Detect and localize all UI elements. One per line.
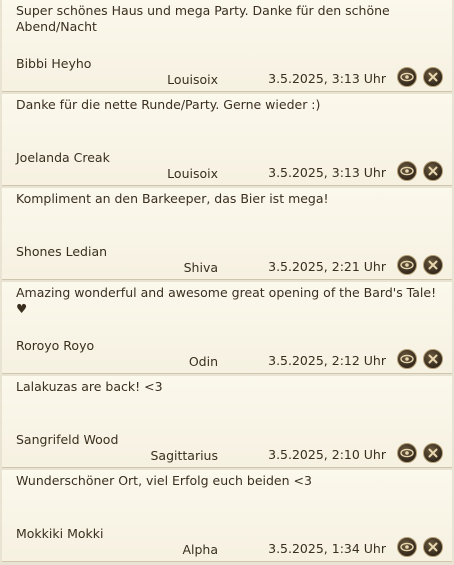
eye-icon [400,542,414,552]
delete-button[interactable] [423,255,443,275]
entry-datetime: 3.5.2025, 2:12 Uhr [268,353,386,368]
entry-datetime: 3.5.2025, 1:34 Uhr [268,541,386,556]
view-button[interactable] [397,349,417,369]
view-button[interactable] [397,443,417,463]
delete-button[interactable] [423,67,443,87]
entry-author: Sangrifeld Wood [16,432,119,447]
entry-message: Danke für die nette Runde/Party. Gerne w… [16,97,321,112]
entry-author: Shones Ledian [16,244,108,259]
entry-author: Mokkiki Mokki [16,526,104,541]
entry-message: Wunderschöner Ort, viel Erfolg euch beid… [16,473,312,488]
eye-icon [400,72,414,82]
list-item: Lalakuzas are back! <3 Sangrifeld Wood S… [2,376,452,468]
entry-world: Alpha [182,542,218,557]
list-item: Wunderschöner Ort, viel Erfolg euch beid… [2,470,452,562]
list-item: Amazing wonderful and awesome great open… [2,282,452,374]
view-button[interactable] [397,255,417,275]
view-button[interactable] [397,537,417,557]
entry-message: Lalakuzas are back! <3 [16,379,163,394]
entry-world: Odin [188,354,218,369]
close-icon [428,72,438,82]
entry-message: Amazing wonderful and awesome great open… [16,285,437,316]
entry-message: Kompliment an den Barkeeper, das Bier is… [16,191,329,206]
close-icon [428,542,438,552]
list-item: Super schönes Haus und mega Party. Danke… [2,0,452,92]
delete-button[interactable] [423,349,443,369]
delete-button[interactable] [423,537,443,557]
eye-icon [400,166,414,176]
close-icon [428,448,438,458]
entry-message: Super schönes Haus und mega Party. Danke… [16,3,390,34]
delete-button[interactable] [423,161,443,181]
entry-datetime: 3.5.2025, 2:21 Uhr [268,259,386,274]
entry-datetime: 3.5.2025, 3:13 Uhr [268,165,386,180]
entry-author: Roroyo Royo [16,338,95,353]
entry-author: Bibbi Heyho [16,56,92,71]
guestbook-list: Super schönes Haus und mega Party. Danke… [0,0,454,565]
entry-world: Shiva [183,260,218,275]
list-item: Kompliment an den Barkeeper, das Bier is… [2,188,452,280]
close-icon [428,166,438,176]
eye-icon [400,260,414,270]
close-icon [428,260,438,270]
delete-button[interactable] [423,443,443,463]
eye-icon [400,354,414,364]
entry-world: Louisoix [167,166,218,181]
close-icon [428,354,438,364]
entry-world: Louisoix [167,72,218,87]
entry-author: Joelanda Creak [16,150,110,165]
eye-icon [400,448,414,458]
list-item: Danke für die nette Runde/Party. Gerne w… [2,94,452,186]
view-button[interactable] [397,67,417,87]
entry-datetime: 3.5.2025, 3:13 Uhr [268,71,386,86]
entry-world: Sagittarius [150,448,218,463]
view-button[interactable] [397,161,417,181]
entry-datetime: 3.5.2025, 2:10 Uhr [268,447,386,462]
